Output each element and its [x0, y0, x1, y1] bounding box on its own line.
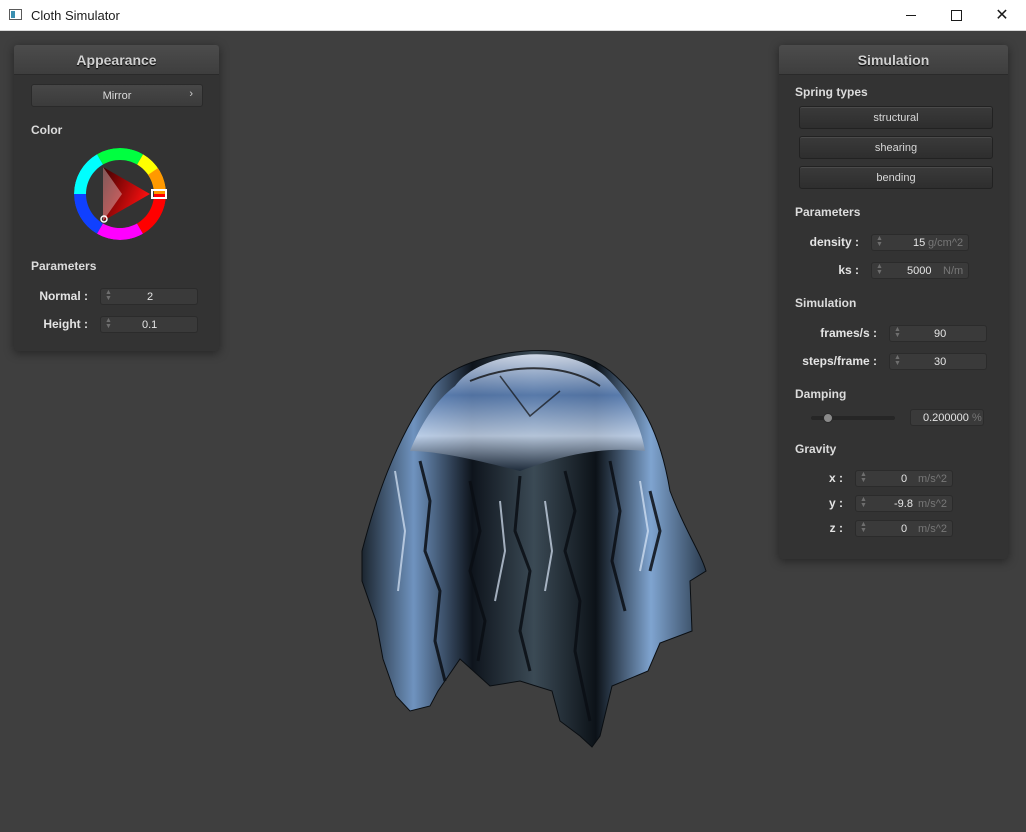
normal-value: 2: [147, 291, 154, 303]
gravity-z-input[interactable]: ▲ ▼ 0 m/s^2: [855, 520, 953, 537]
height-label: Height :: [43, 317, 88, 331]
simulation-panel-header[interactable]: Simulation: [779, 45, 1008, 75]
spinner-icon: ▲ ▼: [860, 496, 867, 509]
title-bar: Cloth Simulator ✕: [0, 0, 1026, 31]
ks-unit: N/m: [943, 265, 964, 277]
damping-input[interactable]: 0.200000 %: [910, 409, 984, 426]
spring-types-label: Spring types: [795, 85, 868, 99]
gravity-x-input[interactable]: ▲ ▼ 0 m/s^2: [855, 470, 953, 487]
normal-input[interactable]: ▲ ▼ 2: [100, 288, 198, 305]
structural-button-label: structural: [873, 111, 919, 124]
appearance-title: Appearance: [76, 51, 157, 68]
appearance-panel: Appearance Mirror › Color Parameters Nor…: [14, 45, 219, 351]
spinner-icon: ▲ ▼: [876, 263, 883, 276]
density-unit: g/cm^2: [928, 237, 964, 249]
damping-label: Damping: [795, 387, 847, 401]
simulation-title: Simulation: [857, 51, 930, 68]
damping-value: 0.200000: [923, 412, 969, 424]
gravity-y-input[interactable]: ▲ ▼ -9.8 m/s^2: [855, 495, 953, 512]
spinner-icon: ▲ ▼: [894, 326, 901, 339]
gravity-label: Gravity: [795, 442, 837, 456]
steps-input[interactable]: ▲ ▼ 30: [889, 353, 987, 370]
spinner-icon: ▲ ▼: [860, 471, 867, 484]
gravity-z-unit: m/s^2: [918, 523, 947, 535]
density-label: density :: [809, 235, 859, 249]
steps-value: 30: [934, 356, 947, 368]
simulation-section-label: Simulation: [795, 296, 857, 310]
gravity-y-unit: m/s^2: [918, 498, 947, 510]
gravity-y-value: -9.8: [894, 498, 913, 510]
maximize-icon: [950, 9, 962, 21]
structural-button[interactable]: structural: [799, 106, 993, 129]
bending-button-label: bending: [876, 171, 916, 184]
frames-input[interactable]: ▲ ▼ 90: [889, 325, 987, 342]
spinner-icon: ▲ ▼: [876, 235, 883, 248]
shearing-button[interactable]: shearing: [799, 136, 993, 159]
close-button[interactable]: ✕: [979, 0, 1025, 30]
height-value: 0.1: [142, 319, 158, 331]
spinner-icon: ▲ ▼: [894, 354, 901, 367]
appearance-panel-header[interactable]: Appearance: [14, 45, 219, 75]
steps-label: steps/frame :: [802, 354, 877, 368]
frames-value: 90: [934, 328, 947, 340]
minimize-button[interactable]: [888, 0, 934, 30]
density-value: 15: [913, 237, 926, 249]
ks-input[interactable]: ▲ ▼ 5000 N/m: [871, 262, 969, 279]
damping-unit: %: [972, 412, 982, 424]
normal-label: Normal :: [39, 289, 88, 303]
bending-button[interactable]: bending: [799, 166, 993, 189]
gravity-z-label: z :: [829, 521, 843, 535]
maximize-button[interactable]: [933, 0, 979, 30]
spinner-icon: ▲ ▼: [860, 521, 867, 534]
appearance-parameters-label: Parameters: [31, 259, 97, 273]
spinner-icon: ▲ ▼: [105, 289, 112, 302]
simulation-parameters-label: Parameters: [795, 205, 861, 219]
close-icon: ✕: [995, 7, 1009, 24]
minimize-icon: [906, 14, 916, 16]
density-input[interactable]: ▲ ▼ 15 g/cm^2: [871, 234, 969, 251]
damping-slider-knob[interactable]: [822, 413, 833, 423]
gravity-y-label: y :: [828, 496, 843, 510]
color-section-label: Color: [31, 123, 63, 137]
frames-label: frames/s :: [820, 326, 877, 340]
simulation-panel: Simulation Spring types structural shear…: [779, 45, 1008, 559]
chevron-right-icon: ›: [189, 88, 193, 100]
spinner-icon: ▲ ▼: [105, 317, 112, 330]
gravity-x-unit: m/s^2: [918, 473, 947, 485]
height-input[interactable]: ▲ ▼ 0.1: [100, 316, 198, 333]
shearing-button-label: shearing: [874, 141, 918, 154]
ks-value: 5000: [907, 265, 932, 277]
gravity-x-label: x :: [828, 471, 843, 485]
shader-select[interactable]: Mirror ›: [31, 84, 203, 107]
color-wheel[interactable]: [72, 146, 168, 242]
ks-label: ks :: [838, 263, 859, 277]
gravity-z-value: 0: [901, 523, 908, 535]
window-title: Cloth Simulator: [31, 8, 120, 23]
shader-select-value: Mirror: [102, 89, 132, 102]
gravity-x-value: 0: [901, 473, 908, 485]
app-icon: [9, 9, 22, 20]
